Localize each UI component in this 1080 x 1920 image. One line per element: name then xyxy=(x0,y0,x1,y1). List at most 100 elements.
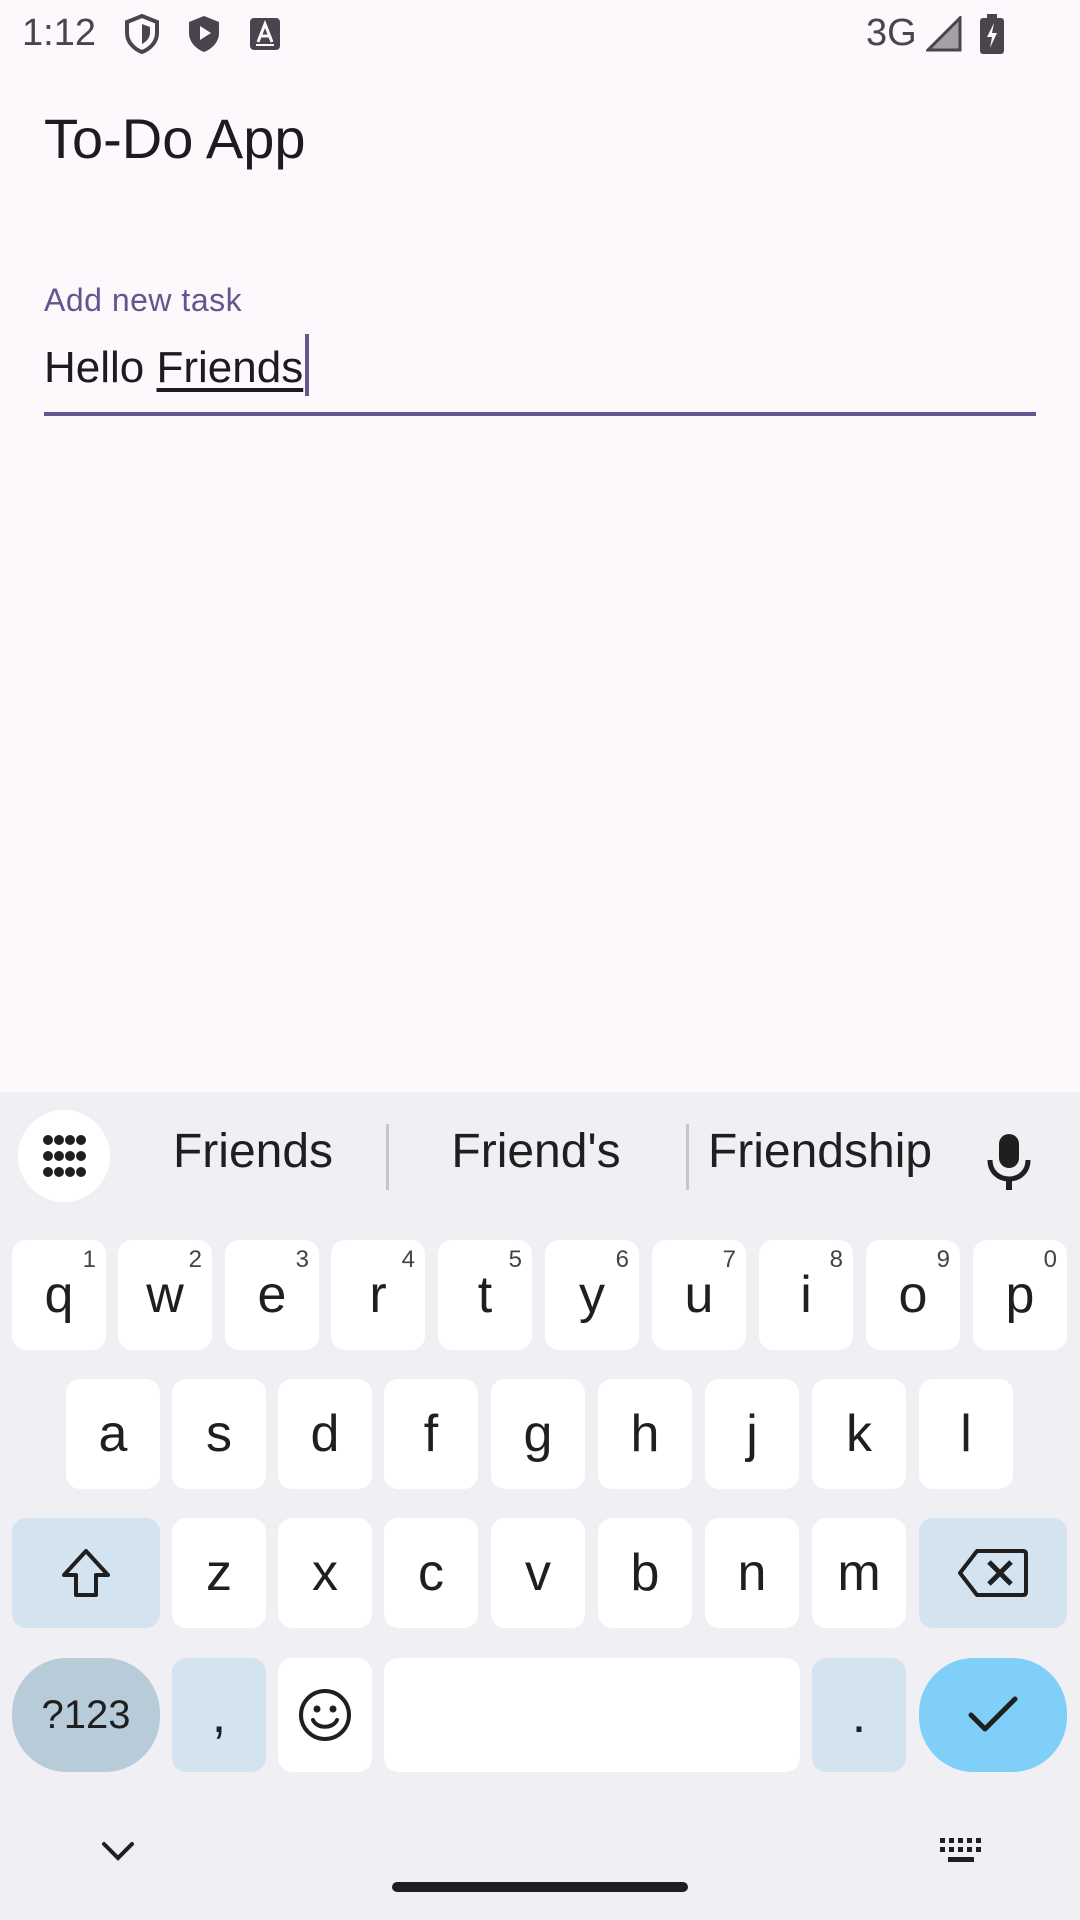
key-d[interactable]: d xyxy=(278,1379,372,1489)
key-l[interactable]: l xyxy=(919,1379,1013,1489)
key-label: i xyxy=(800,1266,812,1324)
key-p[interactable]: p0 xyxy=(973,1240,1067,1350)
key-label: e xyxy=(257,1266,287,1324)
key-label: z xyxy=(206,1544,232,1602)
keyboard-apps-button[interactable] xyxy=(18,1110,110,1202)
space-key[interactable] xyxy=(384,1658,800,1772)
chevron-down-icon xyxy=(102,1842,134,1861)
key-h[interactable]: h xyxy=(598,1379,692,1489)
enter-key[interactable] xyxy=(919,1658,1067,1772)
key-hint: 1 xyxy=(82,1246,96,1273)
microphone-icon xyxy=(987,1134,1031,1190)
key-label: . xyxy=(851,1686,867,1744)
signal-icon xyxy=(924,14,962,57)
key-label: t xyxy=(477,1266,493,1324)
key-label: a xyxy=(98,1405,128,1463)
key-s[interactable]: s xyxy=(172,1379,266,1489)
key-label: ?123 xyxy=(41,1692,131,1737)
shift-icon xyxy=(62,1549,110,1597)
key-label: b xyxy=(630,1544,660,1602)
key-y[interactable]: y6 xyxy=(545,1240,639,1350)
key-hint: 9 xyxy=(936,1246,950,1273)
key-label: y xyxy=(579,1266,605,1324)
key-t[interactable]: t5 xyxy=(438,1240,532,1350)
key-label: k xyxy=(846,1405,872,1463)
shield-outline-icon xyxy=(124,13,160,59)
key-label: u xyxy=(684,1266,714,1324)
keyboard-switch-button[interactable] xyxy=(938,1836,986,1871)
key-label: m xyxy=(837,1544,881,1602)
key-hint: 8 xyxy=(829,1246,843,1273)
status-bar: 1:12 3G xyxy=(0,0,1080,68)
task-input-committed-text: Hello xyxy=(44,343,157,392)
key-j[interactable]: j xyxy=(705,1379,799,1489)
backspace-key[interactable] xyxy=(919,1518,1067,1628)
key-a[interactable]: a xyxy=(66,1379,160,1489)
task-field-label: Add new task xyxy=(44,282,243,318)
microphone-button[interactable] xyxy=(984,1132,1034,1192)
suggestion-strip: Friends Friend's Friendship xyxy=(0,1092,1080,1222)
backspace-icon xyxy=(958,1549,1028,1597)
key-g[interactable]: g xyxy=(491,1379,585,1489)
key-e[interactable]: e3 xyxy=(225,1240,319,1350)
key-hint: 6 xyxy=(615,1246,629,1273)
key-label: o xyxy=(898,1266,928,1324)
period-key[interactable]: . xyxy=(812,1658,906,1772)
suggestion-3[interactable]: Friendship xyxy=(700,1124,940,1179)
home-gesture-bar[interactable] xyxy=(392,1882,688,1892)
key-label: d xyxy=(310,1405,340,1463)
hide-keyboard-button[interactable] xyxy=(100,1840,136,1869)
soft-keyboard: Friends Friend's Friendship q1 w2 e3 r4 … xyxy=(0,1092,1080,1920)
suggestion-divider xyxy=(686,1124,689,1190)
keyboard-icon xyxy=(940,1838,981,1862)
task-input-composing-text: Friends xyxy=(156,343,304,392)
shift-key[interactable] xyxy=(12,1518,160,1628)
suggestion-2[interactable]: Friend's xyxy=(410,1124,662,1179)
comma-key[interactable]: , xyxy=(172,1658,266,1772)
key-label: g xyxy=(523,1405,553,1463)
key-hint: 2 xyxy=(188,1246,202,1273)
key-u[interactable]: u7 xyxy=(652,1240,746,1350)
suggestion-1[interactable]: Friends xyxy=(140,1124,366,1179)
key-label: w xyxy=(146,1266,184,1324)
key-label: v xyxy=(525,1544,551,1602)
key-w[interactable]: w2 xyxy=(118,1240,212,1350)
task-input[interactable]: Hello Friends xyxy=(44,334,310,396)
key-label: q xyxy=(44,1266,74,1324)
key-k[interactable]: k xyxy=(812,1379,906,1489)
emoji-key[interactable] xyxy=(278,1658,372,1772)
key-label: l xyxy=(960,1405,972,1463)
keyboard-bottom-bar xyxy=(0,1808,1080,1920)
app-title: To-Do App xyxy=(44,107,306,170)
key-label: n xyxy=(737,1544,767,1602)
key-z[interactable]: z xyxy=(172,1518,266,1628)
key-b[interactable]: b xyxy=(598,1518,692,1628)
key-label: x xyxy=(312,1544,338,1602)
text-cursor xyxy=(305,334,310,396)
battery-charging-icon xyxy=(980,14,1004,59)
key-n[interactable]: n xyxy=(705,1518,799,1628)
checkmark-icon xyxy=(968,1696,1018,1732)
key-hint: 4 xyxy=(401,1246,415,1273)
key-hint: 7 xyxy=(722,1246,736,1273)
suggestion-divider xyxy=(386,1124,389,1190)
key-hint: 3 xyxy=(295,1246,309,1273)
key-o[interactable]: o9 xyxy=(866,1240,960,1350)
status-time: 1:12 xyxy=(22,12,96,54)
key-x[interactable]: x xyxy=(278,1518,372,1628)
key-label: p xyxy=(1005,1266,1035,1324)
key-c[interactable]: c xyxy=(384,1518,478,1628)
key-label: h xyxy=(630,1405,660,1463)
grid-icon xyxy=(43,1135,86,1177)
key-i[interactable]: i8 xyxy=(759,1240,853,1350)
key-r[interactable]: r4 xyxy=(331,1240,425,1350)
key-f[interactable]: f xyxy=(384,1379,478,1489)
key-m[interactable]: m xyxy=(812,1518,906,1628)
key-hint: 0 xyxy=(1043,1246,1057,1273)
key-label: , xyxy=(211,1686,227,1744)
key-label: c xyxy=(418,1544,444,1602)
font-a-icon xyxy=(250,18,280,55)
key-q[interactable]: q1 xyxy=(12,1240,106,1350)
symbols-key[interactable]: ?123 xyxy=(12,1658,160,1772)
key-v[interactable]: v xyxy=(491,1518,585,1628)
